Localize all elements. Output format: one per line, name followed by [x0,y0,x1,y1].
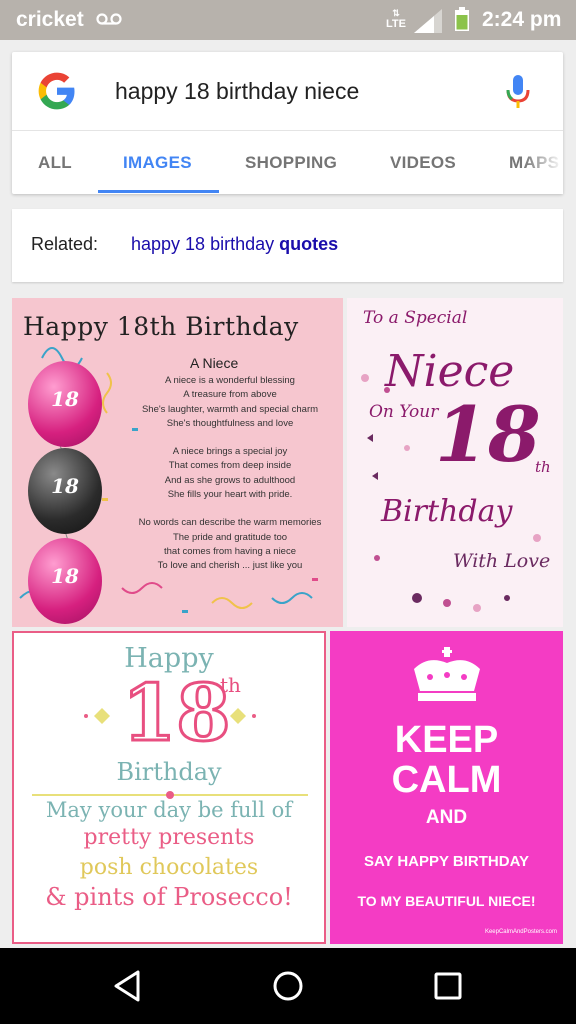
tab-videos[interactable]: VIDEOS [390,153,456,173]
card3-suffix: th [220,673,241,697]
card3-line2: pretty presents [83,825,255,850]
card4-and: AND [425,807,468,828]
card2-with-love: With Love [453,550,551,572]
related-label: Related: [31,234,99,254]
image-result-2[interactable]: To a Special Niece On Your 18 th Birthda… [347,298,563,627]
related-link[interactable]: happy 18 birthday quotes [131,234,338,255]
clock: 2:24 pm [482,8,562,31]
nav-bar [0,948,576,1024]
card2-line3: On Your [369,402,439,422]
card4-keep: KEEP [394,719,499,761]
home-icon[interactable] [268,966,308,1006]
image-result-1[interactable]: Happy 18th Birthday A Niece A niece is a… [12,298,343,627]
google-logo[interactable] [36,70,78,112]
signal-icon [414,9,442,33]
voicemail-icon [96,13,122,25]
battery-icon [455,7,469,31]
balloon-pink-2: 18 [28,538,102,624]
card3-line1: May your day be full of [45,798,293,822]
tab-all[interactable]: ALL [38,153,72,173]
card3-birthday: Birthday [116,758,222,786]
back-icon[interactable] [108,966,148,1006]
balloon-black: 18 [28,448,102,534]
recents-icon[interactable] [428,966,468,1006]
carrier-name: cricket [16,8,84,31]
card4-line5: TO MY BEAUTIFUL NIECE! [357,893,536,909]
card3-line4: & pints of Prosecco! [45,883,293,911]
card1-poem: A niece is a wonderful blessing A treasu… [138,375,322,572]
card1-subtitle: A Niece [190,355,239,371]
mic-icon[interactable] [504,74,532,110]
tabs-fade [523,131,563,194]
related-card: Related: happy 18 birthday quotes [12,209,563,282]
image-result-3[interactable]: Happy 18 th Birthday May your day be ful… [12,631,326,944]
search-card: happy 18 birthday niece ALL IMAGES SHOPP… [12,52,563,194]
card2-suffix: th [535,458,551,476]
lte-icon: ⇅ LTE [386,8,406,30]
tab-images[interactable]: IMAGES [123,153,192,173]
balloon-pink-1: 18 [28,361,102,447]
active-tab-indicator [98,190,219,193]
image-result-4[interactable]: KEEP CALM AND SAY HAPPY BIRTHDAY TO MY B… [330,631,563,944]
card4-watermark: KeepCalmAndPosters.com [484,929,557,935]
search-tabs: ALL IMAGES SHOPPING VIDEOS MAPS [12,131,563,194]
card2-number: 18 [435,390,541,479]
card2-line1: To a Special [363,308,468,328]
card1-title: Happy 18th Birthday [23,312,299,341]
card4-line4: SAY HAPPY BIRTHDAY [363,853,530,870]
card2-birthday: Birthday [381,494,513,529]
tab-shopping[interactable]: SHOPPING [245,153,337,173]
crown-icon [414,647,480,701]
card3-line3: posh chocolates [79,855,259,880]
search-input[interactable]: happy 18 birthday niece [115,78,359,105]
card4-calm: CALM [391,759,502,801]
status-bar: cricket ⇅ LTE 2:24 pm [0,0,576,40]
card3-ornaments [84,708,256,724]
